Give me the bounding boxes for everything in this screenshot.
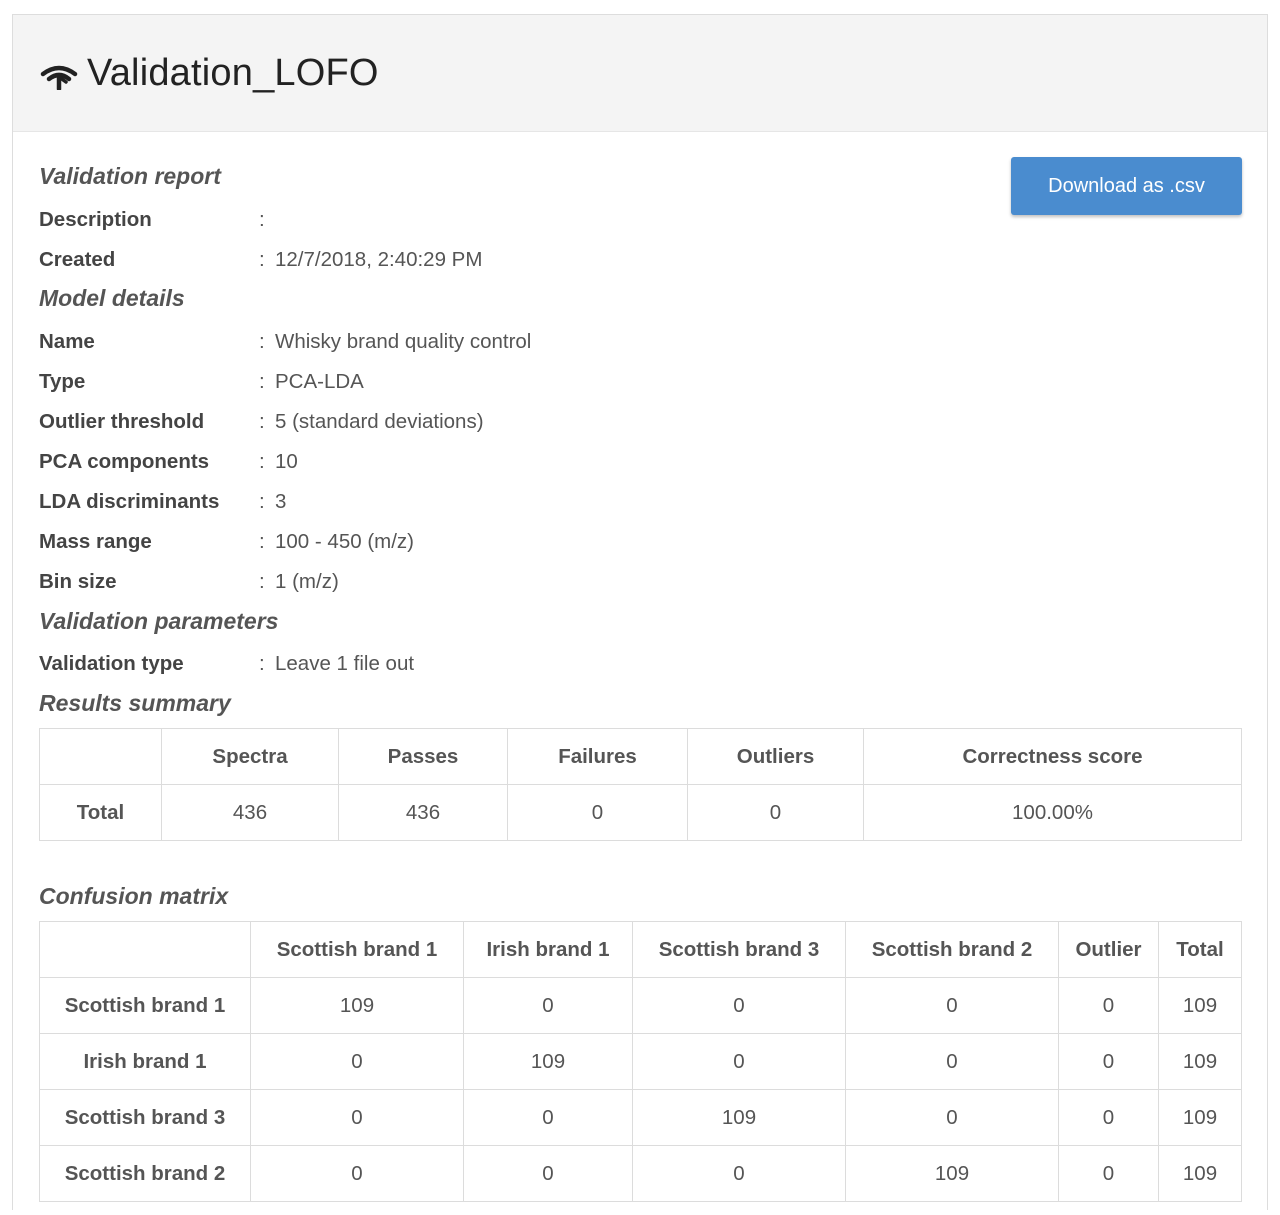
model-row-outlier-threshold: Outlier threshold:5 (standard deviations… [39, 407, 484, 437]
model-row-label: Outlier threshold [39, 410, 205, 433]
table-row-header: Scottish brand 3 [39, 1089, 251, 1146]
model-row-mass-range: Mass range:100 - 450 (m/z) [39, 527, 414, 557]
description-row: Description: [39, 205, 275, 235]
confusion-matrix-table: Scottish brand 1 Irish brand 1 Scottish … [39, 921, 1242, 1202]
table-row-header: Irish brand 1 [39, 1033, 251, 1090]
model-row-label: Type [39, 370, 86, 393]
panel-header: Validation_LOFO [13, 15, 1267, 132]
results-summary-heading: Results summary [39, 690, 231, 716]
model-row-value: 3 [275, 490, 287, 513]
table-header-cell: Scottish brand 3 [632, 921, 846, 978]
table-cell: 0 [845, 1089, 1059, 1146]
table-cell: 109 [1158, 1033, 1242, 1090]
created-label: Created [39, 248, 116, 271]
table-header-cell [39, 921, 251, 978]
model-row-name: Name: Whisky brand quality control [39, 327, 531, 357]
table-header-cell: Irish brand 1 [463, 921, 633, 978]
table-header-cell: Passes [338, 728, 508, 785]
created-row: Created:12/7/2018, 2:40:29 PM [39, 245, 482, 275]
model-row-value: PCA-LDA [275, 370, 364, 393]
model-row-value: 1 (m/z) [275, 570, 339, 593]
model-row-value: 5 (standard deviations) [275, 410, 484, 433]
page-title: Validation_LOFO [87, 51, 379, 94]
table-cell: 109 [845, 1145, 1059, 1202]
validation-type-row: Validation type: Leave 1 file out [39, 649, 414, 679]
model-row-label: Bin size [39, 570, 117, 593]
table-cell: 109 [1158, 1089, 1242, 1146]
wave-icon [39, 55, 79, 95]
created-value: 12/7/2018, 2:40:29 PM [275, 248, 483, 271]
model-row-label: Mass range [39, 530, 152, 553]
table-cell: 0 [250, 1145, 464, 1202]
confusion-matrix-heading: Confusion matrix [39, 883, 229, 909]
description-label: Description [39, 208, 152, 231]
table-cell: 0 [845, 1033, 1059, 1090]
model-row-lda-discriminants: LDA discriminants:3 [39, 487, 286, 517]
validation-report-heading: Validation report [39, 163, 221, 189]
table-row: Scottish brand 1 109 0 0 0 0 109 [39, 977, 1242, 1034]
model-details-heading: Model details [39, 285, 185, 311]
table-cell: 436 [338, 784, 508, 841]
table-cell: 109 [632, 1089, 846, 1146]
table-cell: 0 [632, 977, 846, 1034]
model-row-bin-size: Bin size:1 (m/z) [39, 567, 339, 597]
table-header-cell: Scottish brand 1 [250, 921, 464, 978]
model-row-value: Whisky brand quality control [275, 330, 532, 353]
table-header-cell: Correctness score [863, 728, 1242, 785]
table-cell: 0 [463, 1089, 633, 1146]
table-cell: 0 [845, 977, 1059, 1034]
table-cell: 100.00% [863, 784, 1242, 841]
table-cell: 0 [1058, 1145, 1159, 1202]
table-row: Scottish brand 3 0 0 109 0 0 109 [39, 1089, 1242, 1146]
model-row-pca-components: PCA components:10 [39, 447, 298, 477]
table-cell: 0 [463, 1145, 633, 1202]
table-cell: 0 [250, 1033, 464, 1090]
model-row-label: Name [39, 330, 95, 353]
table-cell: 109 [1158, 1145, 1242, 1202]
table-header-cell: Spectra [161, 728, 339, 785]
table-header-cell [39, 728, 162, 785]
table-row: Scottish brand 2 0 0 0 109 0 109 [39, 1145, 1242, 1202]
table-cell: 0 [632, 1145, 846, 1202]
table-cell: 0 [1058, 1089, 1159, 1146]
table-row-header: Scottish brand 2 [39, 1145, 251, 1202]
model-row-value: 100 - 450 (m/z) [275, 530, 414, 553]
model-row-type: Type: PCA-LDA [39, 367, 364, 397]
table-header-cell: Scottish brand 2 [845, 921, 1059, 978]
validation-parameters-heading: Validation parameters [39, 608, 279, 634]
table-header-row: Spectra Passes Failures Outliers Correct… [39, 728, 1242, 785]
table-cell: 0 [1058, 1033, 1159, 1090]
table-header-row: Scottish brand 1 Irish brand 1 Scottish … [39, 921, 1242, 978]
validation-type-value: Leave 1 file out [275, 652, 415, 675]
table-cell: 0 [1058, 977, 1159, 1034]
table-cell: 109 [463, 1033, 633, 1090]
table-cell: 109 [1158, 977, 1242, 1034]
download-csv-button[interactable]: Download as .csv [1011, 157, 1242, 215]
table-cell: 0 [632, 1033, 846, 1090]
table-header-cell: Total [1158, 921, 1242, 978]
table-cell: 436 [161, 784, 339, 841]
table-header-cell: Outliers [687, 728, 864, 785]
table-cell: 0 [687, 784, 864, 841]
table-cell: 0 [250, 1089, 464, 1146]
table-row-header: Total [39, 784, 162, 841]
table-row: Irish brand 1 0 109 0 0 0 109 [39, 1033, 1242, 1090]
table-row: Total 436 436 0 0 100.00% [39, 784, 1242, 841]
validation-panel: Validation_LOFO Download as .csv Validat… [12, 14, 1268, 1210]
table-row-header: Scottish brand 1 [39, 977, 251, 1034]
model-row-value: 10 [275, 450, 298, 473]
model-row-label: LDA discriminants [39, 490, 220, 513]
table-cell: 0 [507, 784, 688, 841]
table-cell: 0 [463, 977, 633, 1034]
table-cell: 109 [250, 977, 464, 1034]
table-header-cell: Failures [507, 728, 688, 785]
results-summary-table: Spectra Passes Failures Outliers Correct… [39, 728, 1242, 841]
model-row-label: PCA components [39, 450, 210, 473]
validation-type-label: Validation type [39, 652, 184, 675]
table-header-cell: Outlier [1058, 921, 1159, 978]
